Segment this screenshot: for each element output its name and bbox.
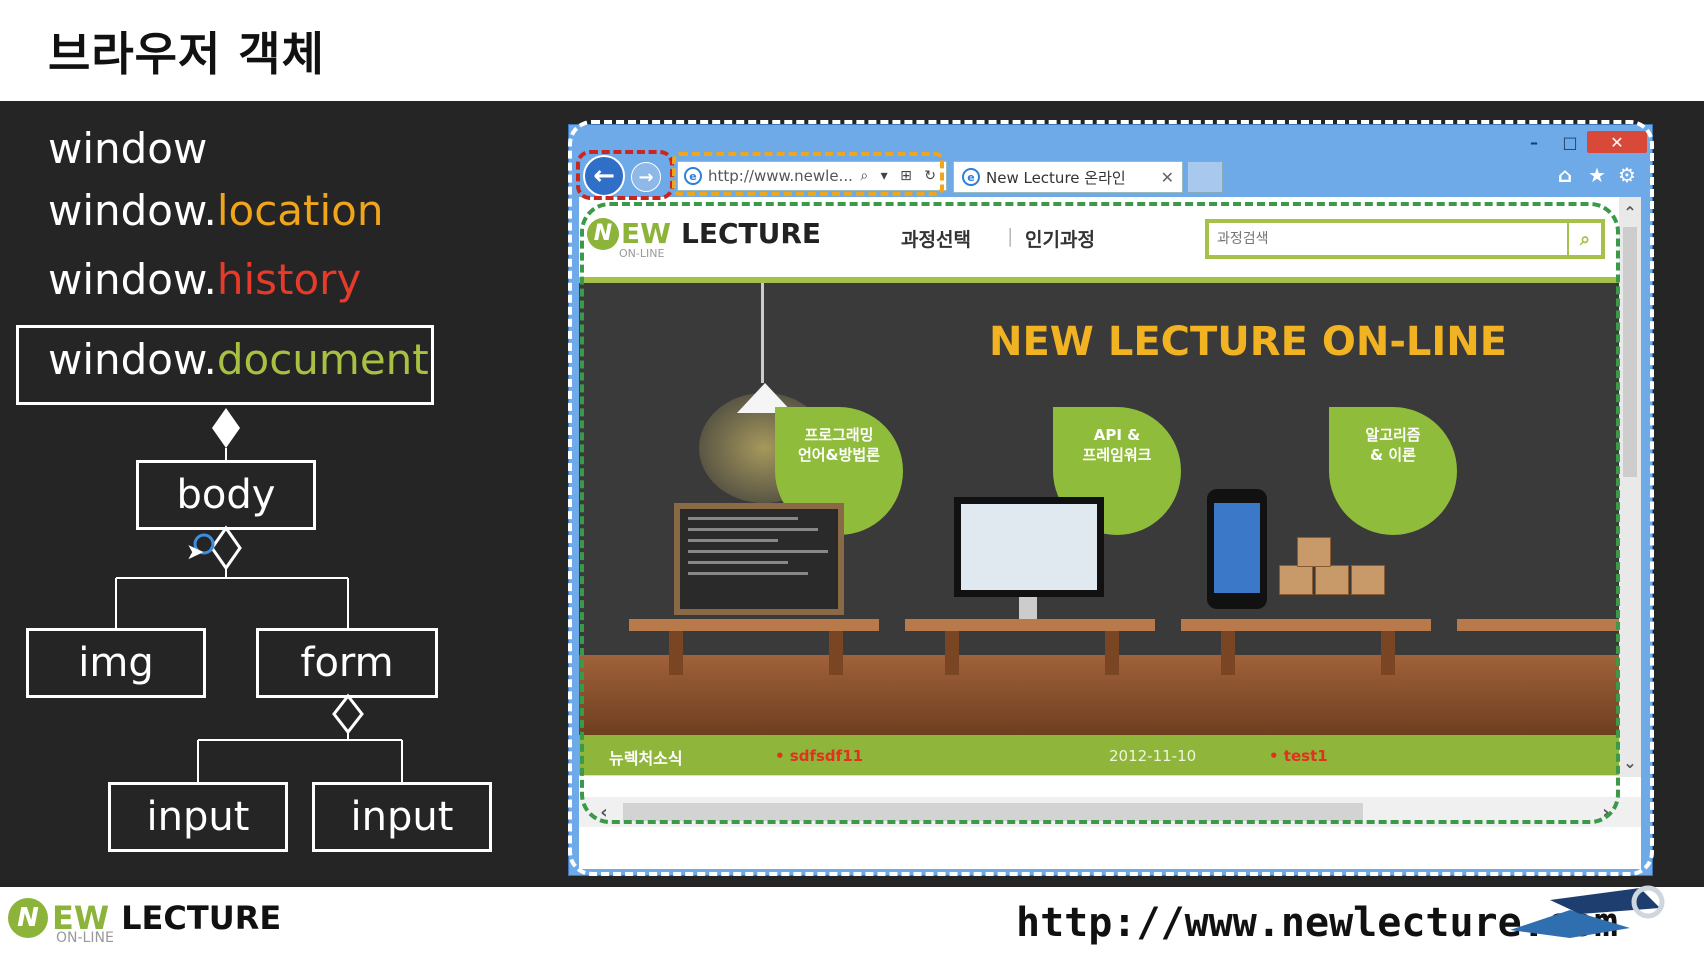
document-object-outline	[580, 202, 1620, 824]
aggregation-diamond	[210, 525, 242, 571]
tree-node-img: img	[26, 628, 206, 698]
footer-logo-subtitle: ON-LINE	[56, 930, 114, 946]
composition-diamond	[212, 408, 240, 448]
location-object-outline	[672, 152, 944, 196]
footer-logo-lecture: LECTURE	[121, 899, 282, 937]
tree-node-input: input	[312, 782, 492, 852]
tree-node-form: form	[256, 628, 438, 698]
tree-node-body: body	[136, 460, 316, 530]
footer-logo: N EW LECTURE	[8, 898, 281, 938]
dom-tree-connectors	[115, 408, 403, 782]
footer-logo-n-icon: N	[8, 898, 48, 938]
footer-decoration-icon	[1510, 885, 1665, 938]
mouse-cursor-icon: ➤	[186, 540, 205, 565]
tree-node-input: input	[108, 782, 288, 852]
aggregation-diamond	[332, 693, 364, 735]
history-object-outline	[576, 150, 674, 200]
